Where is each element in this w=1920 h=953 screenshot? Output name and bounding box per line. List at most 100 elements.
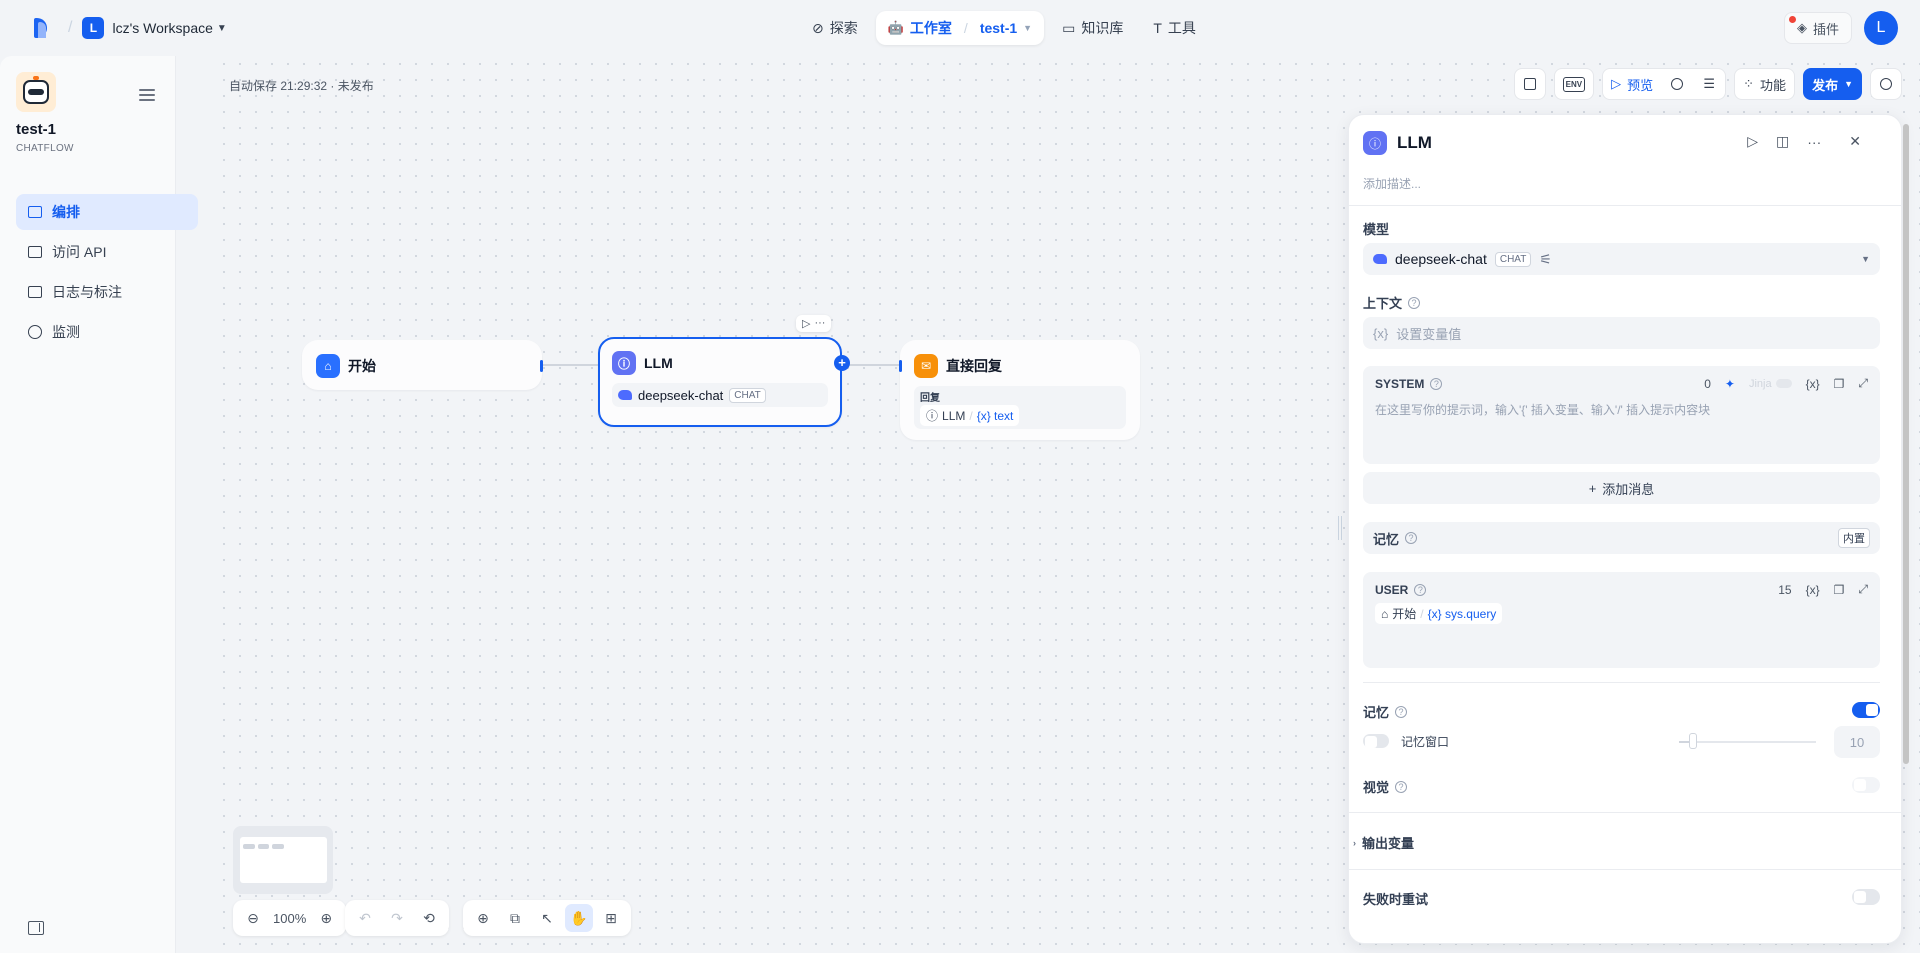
- node-config-panel: ⓘ LLM ▷ ◫ ··· ✕ 添加描述... 模型 deepseek-chat…: [1348, 114, 1902, 944]
- redo-icon[interactable]: ↷: [383, 904, 411, 932]
- checklist-list-button[interactable]: ☰: [1693, 69, 1726, 99]
- copy-icon[interactable]: ❐: [1834, 377, 1845, 391]
- node-answer[interactable]: ✉ 直接回复 回复 ⓘ LLM / {x} text: [899, 340, 1140, 440]
- pointer-icon[interactable]: ↖: [533, 904, 561, 932]
- more-icon[interactable]: ···: [1807, 134, 1821, 150]
- hand-icon[interactable]: ✋: [565, 904, 593, 932]
- llm-node-icon: ⓘ: [926, 409, 939, 423]
- divider: [1349, 812, 1901, 813]
- workspace-name[interactable]: lcz's Workspace: [112, 20, 212, 36]
- expand-icon[interactable]: ⤢: [1858, 582, 1868, 597]
- help-icon: ?: [1395, 780, 1408, 793]
- nav-knowledge[interactable]: ▭ 知识库: [1050, 11, 1135, 45]
- divider: [1349, 869, 1901, 870]
- version-history-button[interactable]: [1870, 68, 1902, 100]
- vision-toggle[interactable]: [1852, 777, 1880, 793]
- plugins-button[interactable]: ◈ 插件: [1783, 12, 1852, 44]
- sliders-icon[interactable]: [139, 86, 155, 101]
- collapse-sidebar-icon[interactable]: [28, 921, 44, 935]
- zoom-in-icon[interactable]: ⊕: [312, 904, 340, 932]
- add-node-icon[interactable]: ⊕: [469, 904, 497, 932]
- token-count: 0: [1704, 376, 1711, 391]
- node-model-row: deepseek-chat CHAT: [612, 383, 828, 407]
- history-icon[interactable]: ⟲: [415, 904, 443, 932]
- organize-icon[interactable]: ⊞: [597, 904, 625, 932]
- zoom-out-icon[interactable]: ⊖: [239, 904, 267, 932]
- node-mini-toolbar: ▷ ···: [796, 315, 832, 332]
- env-icon: ENV: [1562, 76, 1586, 92]
- nav-tools[interactable]: T 工具: [1141, 11, 1208, 45]
- sidebar-item-monitor[interactable]: 监测: [16, 314, 198, 350]
- zoom-level[interactable]: 100%: [271, 911, 308, 926]
- source-handle[interactable]: [540, 360, 543, 372]
- memory-window-toggle[interactable]: [1363, 734, 1389, 748]
- node-start[interactable]: ⌂ 开始: [302, 340, 543, 390]
- insert-variable-icon[interactable]: {x}: [1806, 377, 1820, 391]
- memory-window-input[interactable]: 10: [1834, 726, 1880, 758]
- split-view-icon[interactable]: ◫: [1776, 133, 1789, 150]
- memory-toggle[interactable]: [1852, 702, 1880, 718]
- variable-chip[interactable]: ⌂ 开始 / {x} sys.query: [1375, 603, 1503, 624]
- ai-generate-icon[interactable]: ✦: [1725, 377, 1735, 391]
- sidebar-menu: 编排 访问 API 日志与标注 监测: [16, 194, 200, 354]
- target-handle[interactable]: [899, 360, 902, 372]
- breadcrumb-separator: /: [68, 19, 73, 36]
- jinja-toggle[interactable]: Jinja: [1749, 378, 1792, 390]
- user-prompt-editor[interactable]: USER? 15 {x} ❐ ⤢ ⌂ 开始 / {x} sys.query: [1363, 572, 1880, 668]
- nav-tools-label: 工具: [1167, 20, 1196, 36]
- add-message-button[interactable]: + 添加消息: [1363, 472, 1880, 504]
- memory-window-slider[interactable]: [1679, 741, 1816, 743]
- nav-explore[interactable]: ⊘ 探索: [800, 11, 870, 45]
- context-label: 上下文?: [1363, 293, 1421, 312]
- chevron-down-icon[interactable]: ▼: [1023, 23, 1032, 33]
- add-message-label: 添加消息: [1602, 481, 1655, 497]
- scrollbar-thumb[interactable]: [1903, 124, 1909, 764]
- context-variable-selector[interactable]: {x} 设置变量值: [1363, 317, 1880, 349]
- model-selector[interactable]: deepseek-chat CHAT ⚟ ▼: [1363, 243, 1880, 275]
- publish-button[interactable]: 发布 ▼: [1803, 68, 1862, 100]
- minimap[interactable]: [233, 826, 333, 894]
- checklist-button[interactable]: [1513, 68, 1546, 100]
- add-next-node-icon[interactable]: +: [834, 355, 850, 371]
- close-icon[interactable]: ✕: [1849, 133, 1861, 150]
- preview-button[interactable]: ▷ 预览: [1603, 69, 1662, 99]
- user-avatar[interactable]: L: [1864, 11, 1898, 45]
- insert-variable-icon[interactable]: {x}: [1806, 583, 1820, 597]
- description-input[interactable]: 添加描述...: [1363, 175, 1421, 192]
- sidebar-item-api[interactable]: 访问 API: [16, 234, 198, 270]
- plugins-label: 插件: [1812, 21, 1839, 37]
- nav-studio[interactable]: 🤖 工作室 / test-1 ▼: [875, 11, 1045, 45]
- sidebar-item-orchestrate[interactable]: 编排: [16, 194, 198, 230]
- nav-current-app[interactable]: test-1: [980, 20, 1017, 36]
- expand-icon[interactable]: ⤢: [1858, 376, 1868, 391]
- run-icon[interactable]: ▷: [1747, 133, 1758, 150]
- sidebar-item-logs[interactable]: 日志与标注: [16, 274, 198, 310]
- retry-toggle[interactable]: [1852, 889, 1880, 905]
- ref-node: LLM: [942, 408, 966, 423]
- undo-icon[interactable]: ↶: [351, 904, 379, 932]
- app-logo-icon[interactable]: [34, 18, 52, 38]
- env-button[interactable]: ENV: [1553, 68, 1595, 100]
- edge-llm-answer[interactable]: [848, 364, 900, 366]
- deepseek-icon: [1373, 254, 1387, 264]
- ref-node: 开始: [1392, 607, 1417, 621]
- run-history-button[interactable]: [1661, 69, 1694, 99]
- node-llm[interactable]: ⓘ LLM deepseek-chat CHAT +: [598, 337, 850, 427]
- workspace-badge[interactable]: L: [82, 17, 105, 39]
- panel-scrollbar[interactable]: [1901, 114, 1911, 944]
- model-settings-icon[interactable]: ⚟: [1539, 251, 1552, 268]
- system-prompt-editor[interactable]: SYSTEM? 0 ✦ Jinja {x} ❐ ⤢ 在这里写你的提示词，输入'{…: [1363, 366, 1880, 464]
- chevron-down-icon[interactable]: ▼: [217, 23, 227, 34]
- panel-resize-handle[interactable]: [1338, 516, 1342, 540]
- add-note-icon[interactable]: ⧉: [501, 904, 529, 932]
- compass-icon: ⊘: [812, 19, 824, 36]
- copy-icon[interactable]: ❐: [1834, 583, 1845, 597]
- edge-start-llm[interactable]: [542, 364, 598, 366]
- run-node-icon[interactable]: ▷: [802, 317, 810, 330]
- output-vars-toggle[interactable]: › 输出变量: [1353, 833, 1414, 852]
- slider-handle[interactable]: [1689, 733, 1697, 749]
- layout-icon: [28, 206, 42, 218]
- panel-title[interactable]: LLM: [1397, 133, 1432, 153]
- features-button[interactable]: ⁘ 功能: [1734, 68, 1796, 100]
- more-icon[interactable]: ···: [814, 317, 825, 330]
